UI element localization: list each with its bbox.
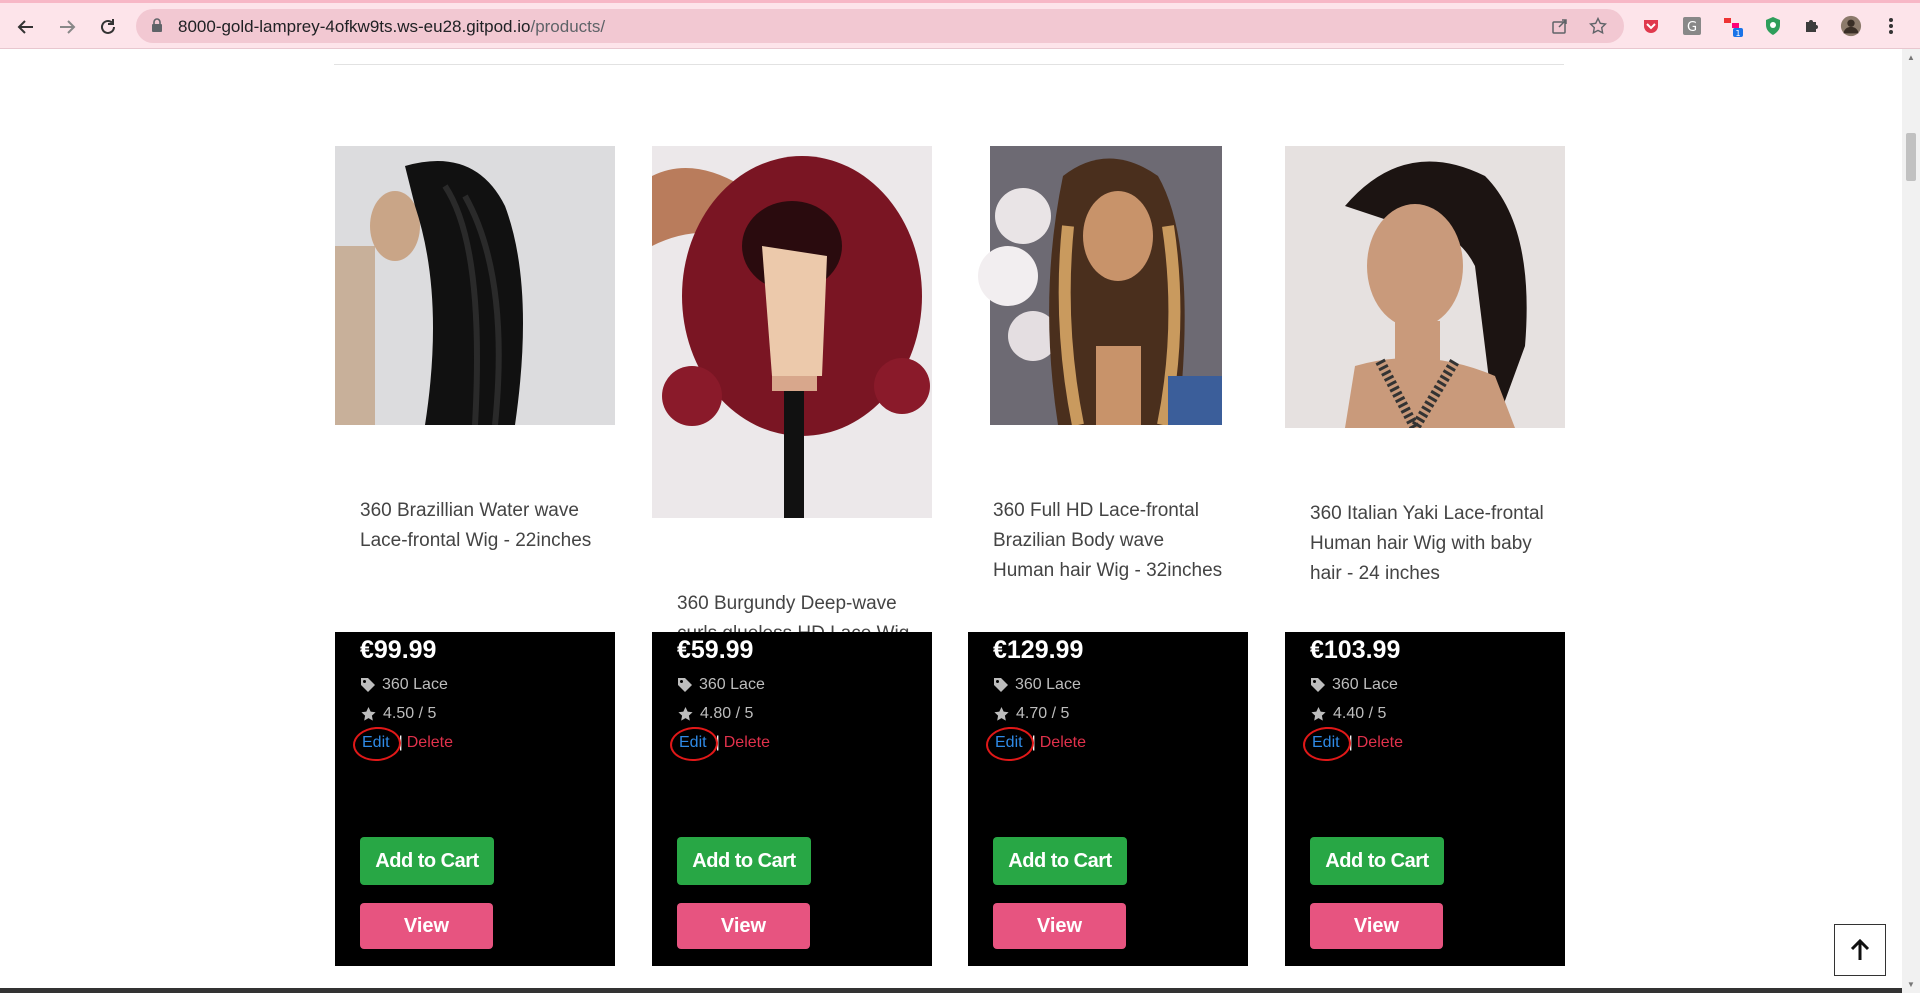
divider — [334, 64, 1564, 65]
scrollbar-thumb[interactable] — [1906, 133, 1916, 181]
delete-link[interactable]: Delete — [1040, 734, 1086, 752]
page-content: 360 Brazillian Water wave Lace-frontal W… — [0, 49, 1902, 993]
admin-actions: Edit | Delete — [351, 725, 453, 763]
edit-link[interactable]: Edit — [351, 725, 403, 763]
annotation-circle — [984, 725, 1036, 763]
puzzle-icon[interactable] — [1801, 15, 1823, 37]
rating-value: 4.80 / 5 — [700, 705, 754, 722]
rating-value: 4.50 / 5 — [383, 705, 437, 722]
admin-actions: Edit | Delete — [984, 725, 1086, 763]
delete-link[interactable]: Delete — [1357, 734, 1403, 752]
product-name: 360 Brazillian Water wave Lace-frontal W… — [360, 500, 592, 551]
category-label[interactable]: 360 Lace — [1332, 676, 1398, 694]
product-category[interactable]: 360 Lace — [993, 676, 1081, 694]
delete-link[interactable]: Delete — [407, 734, 453, 752]
page-scrollbar[interactable]: ▲ ▼ — [1902, 49, 1920, 993]
product-rating: 4.50 / 5 — [360, 705, 436, 723]
product-category[interactable]: 360 Lace — [1310, 676, 1398, 694]
view-button[interactable]: View — [677, 903, 810, 949]
view-button[interactable]: View — [993, 903, 1126, 949]
tag-icon — [1311, 678, 1325, 692]
back-to-top-button[interactable] — [1834, 924, 1886, 976]
bookmark-star-icon[interactable] — [1588, 16, 1608, 36]
product-rating: 4.40 / 5 — [1310, 705, 1386, 723]
url-text: 8000-gold-lamprey-4ofkw9ts.ws-eu28.gitpo… — [178, 17, 606, 36]
lock-icon[interactable] — [151, 18, 163, 37]
pocket-icon[interactable] — [1640, 15, 1662, 37]
star-icon — [1311, 706, 1326, 721]
view-button[interactable]: View — [1310, 903, 1443, 949]
tag-icon — [361, 678, 375, 692]
reload-icon[interactable] — [96, 15, 120, 39]
share-icon[interactable] — [1550, 16, 1570, 36]
product-details-panel: €129.99 360 Lace 4.70 / 5 Edit | Delete … — [968, 632, 1248, 966]
edit-link[interactable]: Edit — [668, 725, 720, 763]
product-rating: 4.80 / 5 — [677, 705, 753, 723]
delete-link[interactable]: Delete — [724, 734, 770, 752]
forward-icon[interactable] — [55, 15, 79, 39]
admin-actions: Edit | Delete — [1301, 725, 1403, 763]
annotation-circle — [668, 725, 720, 763]
star-icon — [361, 706, 376, 721]
scroll-down-arrow-icon[interactable]: ▼ — [1907, 980, 1915, 989]
edit-link[interactable]: Edit — [984, 725, 1036, 763]
add-to-cart-button[interactable]: Add to Cart — [993, 837, 1127, 885]
product-name: 360 Full HD Lace-frontal Brazilian Body … — [993, 500, 1223, 581]
browser-toolbar: 8000-gold-lamprey-4ofkw9ts.ws-eu28.gitpo… — [0, 0, 1920, 49]
tag-icon — [678, 678, 692, 692]
category-label[interactable]: 360 Lace — [1015, 676, 1081, 694]
product-image[interactable] — [652, 146, 932, 518]
rating-value: 4.70 / 5 — [1016, 705, 1070, 722]
profile-avatar[interactable] — [1840, 15, 1862, 37]
add-to-cart-button[interactable]: Add to Cart — [1310, 837, 1444, 885]
extension-badge-icon[interactable]: 1 — [1722, 15, 1744, 37]
product-rating: 4.70 / 5 — [993, 705, 1069, 723]
product-category[interactable]: 360 Lace — [677, 676, 765, 694]
address-bar[interactable]: 8000-gold-lamprey-4ofkw9ts.ws-eu28.gitpo… — [136, 9, 1624, 43]
product-image[interactable] — [335, 146, 615, 425]
add-to-cart-button[interactable]: Add to Cart — [677, 837, 811, 885]
more-menu-icon[interactable] — [1880, 15, 1902, 37]
arrow-up-icon — [1850, 938, 1870, 960]
star-icon — [678, 706, 693, 721]
grammarly-g-icon[interactable]: G — [1681, 15, 1703, 37]
category-label[interactable]: 360 Lace — [382, 676, 448, 694]
product-details-panel: €99.99 360 Lace 4.50 / 5 Edit | Delete A… — [335, 632, 615, 966]
add-to-cart-button[interactable]: Add to Cart — [360, 837, 494, 885]
product-image[interactable] — [968, 146, 1248, 425]
svg-text:1: 1 — [1735, 29, 1740, 37]
annotation-circle — [1301, 725, 1353, 763]
product-price: €59.99 — [677, 636, 754, 664]
back-icon[interactable] — [14, 15, 38, 39]
product-category[interactable]: 360 Lace — [360, 676, 448, 694]
product-price: €129.99 — [993, 636, 1084, 664]
product-details-panel: €103.99 360 Lace 4.40 / 5 Edit | Delete … — [1285, 632, 1565, 966]
edit-link[interactable]: Edit — [1301, 725, 1353, 763]
annotation-circle — [351, 725, 403, 763]
product-name: 360 Italian Yaki Lace-frontal Human hair… — [1310, 503, 1544, 584]
product-price: €99.99 — [360, 636, 437, 664]
category-label[interactable]: 360 Lace — [699, 676, 765, 694]
product-details-panel: €59.99 360 Lace 4.80 / 5 Edit | Delete A… — [652, 632, 932, 966]
scroll-up-arrow-icon[interactable]: ▲ — [1907, 53, 1915, 62]
tag-icon — [994, 678, 1008, 692]
product-price: €103.99 — [1310, 636, 1401, 664]
product-image[interactable] — [1285, 146, 1565, 428]
admin-actions: Edit | Delete — [668, 725, 770, 763]
rating-value: 4.40 / 5 — [1333, 705, 1387, 722]
view-button[interactable]: View — [360, 903, 493, 949]
taskbar-edge — [0, 988, 1902, 993]
shield-extension-icon[interactable] — [1762, 15, 1784, 37]
star-icon — [994, 706, 1009, 721]
svg-text:G: G — [1687, 20, 1697, 35]
